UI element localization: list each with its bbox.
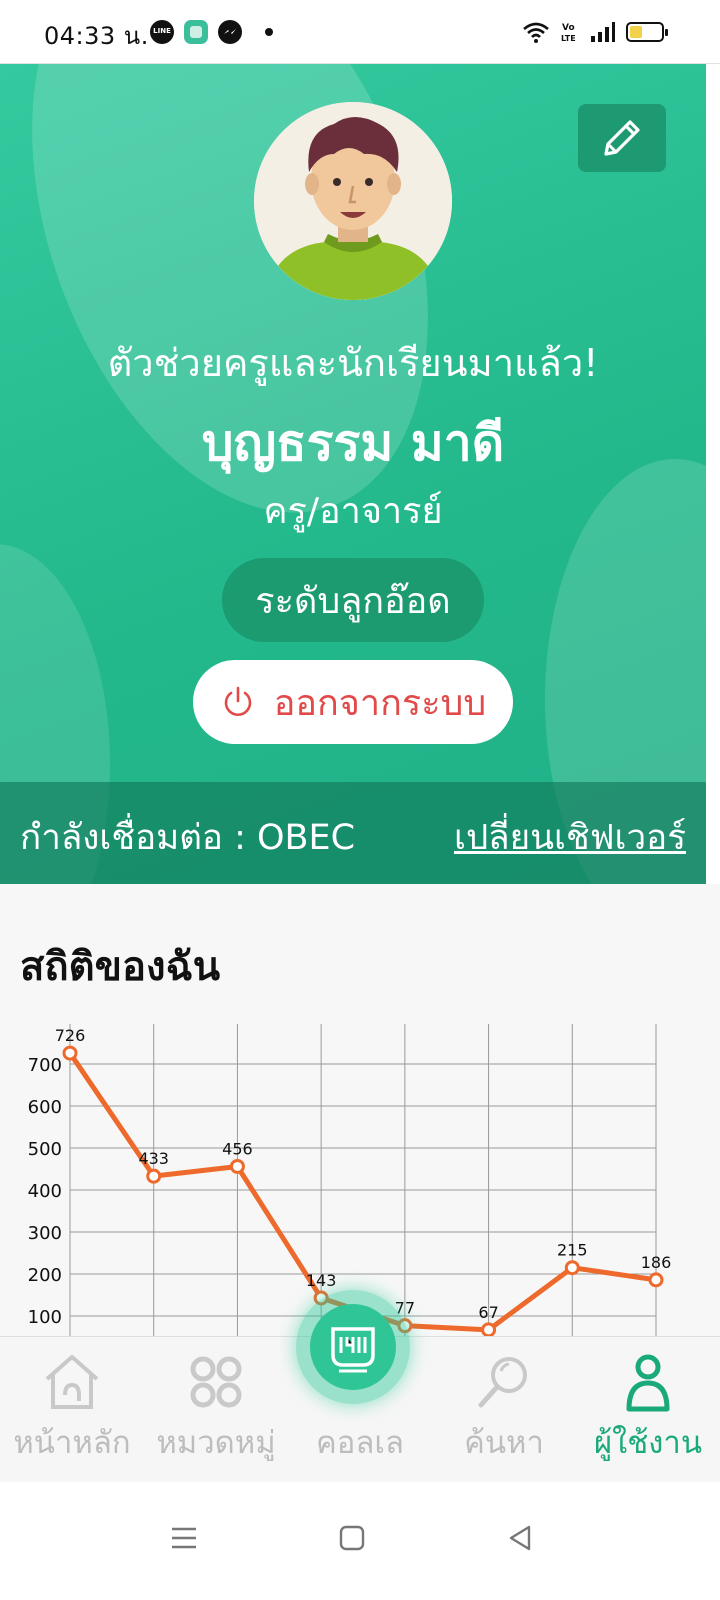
status-time: 04:33 น.: [44, 22, 149, 50]
system-back-button[interactable]: [490, 1508, 550, 1568]
collection-fab-button[interactable]: [310, 1304, 396, 1390]
nav-item-category[interactable]: หมวดหมู่: [144, 1337, 288, 1483]
logout-button[interactable]: ออกจากระบบ: [193, 660, 513, 744]
series-line: [67, 1050, 659, 1333]
nav-label-user: ผู้ใช้งาน: [593, 1425, 703, 1461]
system-nav-bar: [0, 1482, 720, 1600]
data-label: 726: [55, 1026, 86, 1045]
system-home-button[interactable]: [322, 1508, 382, 1568]
y-tick-label: 100: [28, 1307, 62, 1328]
pencil-icon: [604, 120, 640, 156]
data-label: 433: [138, 1149, 169, 1168]
avatar[interactable]: [254, 102, 452, 300]
profile-header: ตัวช่วยครูและนักเรียนมาแล้ว! บุญธรรม มาด…: [0, 64, 706, 884]
y-tick-label: 300: [28, 1223, 62, 1244]
edit-profile-button[interactable]: [578, 104, 666, 172]
home-icon: [45, 1355, 99, 1409]
y-tick-label: 200: [28, 1265, 62, 1286]
data-point: [564, 1260, 580, 1276]
stats-line-chart: 10020030040050060070072643345614377 67215…: [28, 1024, 672, 1336]
logout-label: ออกจากระบบ: [273, 682, 487, 724]
data-label: 456: [222, 1139, 253, 1158]
tagline: ตัวช่วยครูและนักเรียนมาแล้ว!: [107, 341, 599, 385]
user-icon: [626, 1354, 670, 1412]
data-label: 67: [478, 1303, 498, 1322]
category-icon: [190, 1356, 242, 1408]
battery-icon: [626, 22, 668, 42]
nav-label-home: หน้าหลัก: [13, 1425, 131, 1461]
svg-text:LTE: LTE: [561, 34, 576, 43]
y-tick-label: 500: [28, 1139, 62, 1160]
user-role: ครู/อาจารย์: [263, 491, 443, 532]
app-icon: [184, 20, 208, 44]
connection-status: กำลังเชื่อมต่อ : OBEC: [20, 818, 356, 858]
home-square-icon: [339, 1525, 365, 1551]
nav-item-search[interactable]: ค้นหา: [432, 1337, 576, 1483]
system-menu-button[interactable]: [154, 1508, 214, 1568]
status-bar: 04:33 น. Vo LTE: [0, 0, 720, 64]
svg-text:Vo: Vo: [562, 23, 575, 33]
volte-icon: Vo LTE: [561, 23, 576, 43]
data-point: [62, 1045, 78, 1061]
y-tick-label: 700: [28, 1055, 62, 1076]
nav-label-collection: คอลเล: [316, 1425, 404, 1461]
data-label: 143: [306, 1271, 337, 1290]
notification-dot-icon: [265, 28, 273, 36]
signal-icon: [591, 22, 615, 42]
status-right: Vo LTE: [522, 18, 668, 46]
data-label: 215: [557, 1241, 588, 1260]
data-label: 186: [641, 1253, 672, 1272]
avatar-person-icon: [254, 102, 452, 300]
y-tick-label: 600: [28, 1097, 62, 1118]
nav-item-user[interactable]: ผู้ใช้งาน: [576, 1337, 720, 1483]
data-point: [146, 1168, 162, 1184]
data-point: [481, 1322, 497, 1336]
stats-section: สถิติของฉัน 100 200 300 400 500 600 700 726 433 4…: [0, 884, 720, 1336]
nav-label-category: หมวดหมู่: [156, 1425, 276, 1461]
collection-icon: [331, 1327, 375, 1373]
y-tick-label: 400: [28, 1181, 62, 1202]
wifi-icon: [523, 22, 549, 43]
change-server-link[interactable]: เปลี่ยนเชิฟเวอร์: [454, 810, 686, 865]
level-label: ระดับลูกอ๊อด: [255, 580, 451, 622]
level-badge: ระดับลูกอ๊อด: [222, 558, 484, 642]
server-bar: กำลังเชื่อมต่อ : OBEC เปลี่ยนเชิฟเวอร์: [0, 782, 706, 884]
data-point: [648, 1272, 664, 1288]
menu-icon: [172, 1527, 196, 1549]
nav-item-home[interactable]: หน้าหลัก: [0, 1337, 144, 1483]
line-app-icon: [150, 20, 174, 44]
back-icon: [509, 1525, 531, 1551]
data-point: [229, 1158, 245, 1174]
user-name: บุญธรรม มาดี: [201, 414, 505, 472]
nav-label-search: ค้นหา: [464, 1425, 544, 1461]
power-icon: [224, 686, 252, 716]
search-icon: [478, 1357, 527, 1408]
messenger-icon: [218, 20, 242, 44]
